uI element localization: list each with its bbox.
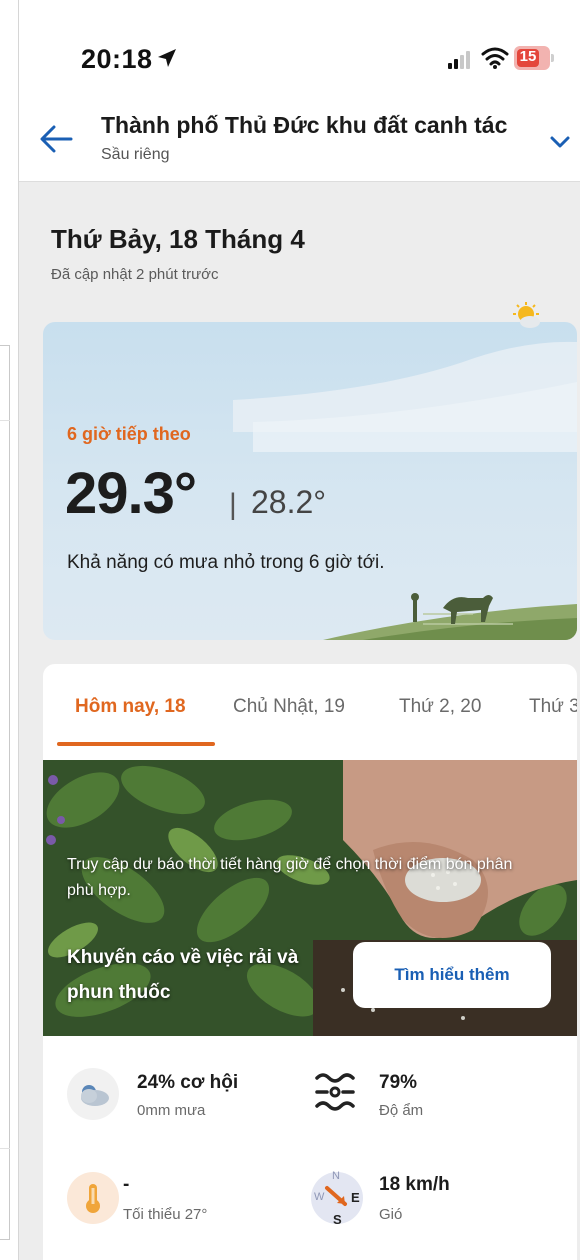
compass-icon: N E S W [311, 1170, 363, 1227]
temperature-value: - [123, 1174, 130, 1195]
secondary-temperature: 28.2° [251, 484, 327, 520]
temperature-stat: - Tối thiểu 27° [67, 1172, 297, 1232]
forecast-card: 6 giờ tiếp theo 29.3° | 28.2° Khả năng c… [43, 322, 577, 640]
tab-tuesday[interactable]: Thứ 3 [529, 696, 577, 718]
rain-amount-label: 0mm mưa [137, 1102, 206, 1119]
promo-heading: Khuyến cáo về việc rải và phun thuốc [67, 947, 299, 1003]
compass-west: W [314, 1191, 325, 1203]
battery-tip [551, 54, 554, 62]
background-window-frame [0, 345, 10, 1240]
wind-stat: N E S W 18 km/h Gió [311, 1170, 541, 1232]
cellular-signal-icon [448, 51, 470, 69]
next-6-hours-label: 6 giờ tiếp theo [67, 424, 191, 444]
active-tab-indicator [57, 742, 215, 746]
humidity-value: 79% [379, 1072, 418, 1093]
sun-cloud-icon [513, 302, 540, 328]
status-bar: 20:18 15 [19, 0, 580, 100]
thermometer-icon [67, 1172, 119, 1224]
current-temperature: 29.3° [65, 461, 197, 526]
chevron-down-icon[interactable] [549, 134, 571, 150]
promo-description: Truy cập dự báo thời tiết hàng giờ để ch… [67, 856, 513, 899]
tab-today[interactable]: Hôm nay, 18 [75, 696, 186, 718]
wifi-icon [481, 47, 509, 69]
wind-speed-value: 18 km/h [379, 1174, 450, 1195]
wind-label: Gió [379, 1206, 403, 1223]
divider [0, 1148, 10, 1149]
back-arrow-icon[interactable] [39, 124, 73, 154]
humidity-stat: 79% Độ ẩm [311, 1068, 541, 1128]
divider [0, 420, 10, 421]
background-window [0, 0, 14, 1260]
battery-level: 15 [519, 48, 537, 65]
daily-forecast-card: Hôm nay, 18 Chủ Nhật, 19 Thứ 2, 20 Thứ 3 [43, 664, 577, 1260]
rain-chance-value: 24% cơ hội [137, 1072, 239, 1093]
temperature-min-label: Tối thiểu 27° [123, 1206, 208, 1223]
date-heading: Thứ Bảy, 18 Tháng 4 [51, 224, 305, 254]
cloud-rain-icon [67, 1068, 119, 1120]
rain-stat: 24% cơ hội 0mm mưa [67, 1068, 297, 1128]
fertilizer-promo-banner: Truy cập dự báo thời tiết hàng giờ để ch… [43, 760, 577, 1036]
tab-sunday[interactable]: Chủ Nhật, 19 [233, 696, 345, 718]
day-tabs: Hôm nay, 18 Chủ Nhật, 19 Thứ 2, 20 Thứ 3 [43, 664, 577, 750]
phone-screen: 20:18 15 Thành phố Thủ Đức khu đất canh … [18, 0, 580, 1260]
farm-title[interactable]: Thành phố Thủ Đức khu đất canh tác [101, 112, 507, 139]
compass-south: S [333, 1212, 342, 1227]
learn-more-button[interactable]: Tìm hiểu thêm [353, 942, 551, 1008]
compass-east: E [351, 1190, 360, 1205]
app-header: Thành phố Thủ Đức khu đất canh tác Sầu r… [19, 100, 580, 182]
crop-subtitle: Sầu riêng [101, 146, 170, 163]
temperature-separator: | [229, 488, 237, 521]
forecast-description: Khả năng có mưa nhỏ trong 6 giờ tới. [67, 552, 385, 573]
tab-monday[interactable]: Thứ 2, 20 [399, 696, 481, 718]
location-arrow-icon [158, 49, 176, 67]
last-updated-text: Đã cập nhật 2 phút trước [51, 266, 219, 283]
compass-north: N [332, 1170, 340, 1182]
battery-indicator: 15 [514, 46, 554, 70]
humidity-waves-icon [315, 1073, 355, 1111]
status-time: 20:18 [81, 44, 153, 74]
humidity-label: Độ ẩm [379, 1102, 424, 1119]
